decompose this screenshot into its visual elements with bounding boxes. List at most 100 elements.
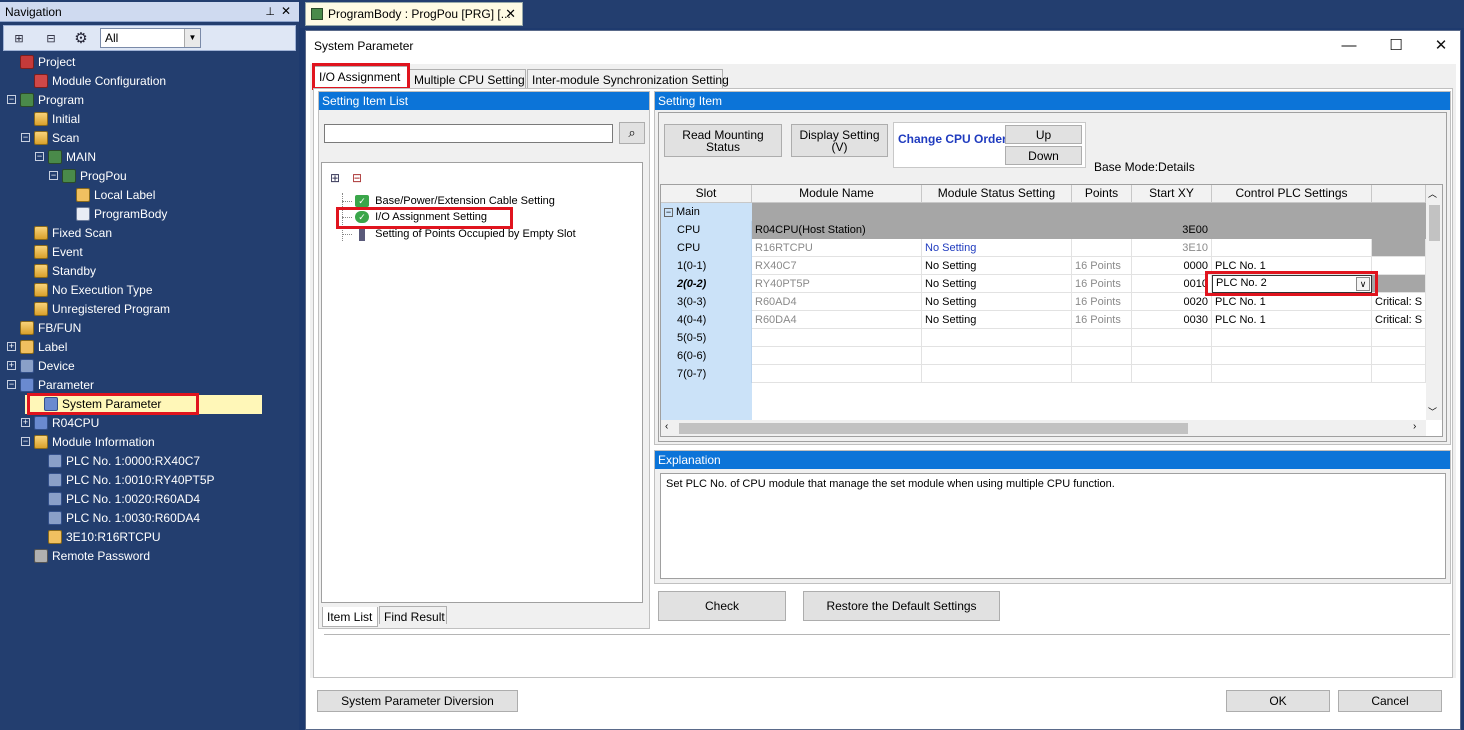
cell-plc[interactable]: [1212, 221, 1372, 239]
collapse-icon[interactable]: −: [49, 171, 58, 181]
horizontal-scrollbar[interactable]: ‹ ›: [661, 420, 1426, 436]
read-mounting-status-button[interactable]: Read Mounting Status: [664, 124, 782, 157]
cell-name[interactable]: R16RTCPU: [752, 239, 922, 257]
pin-icon[interactable]: ⊥: [265, 5, 275, 18]
scroll-up-icon[interactable]: ︿: [1428, 187, 1437, 200]
horizontal-scroll-thumb[interactable]: [679, 423, 1188, 434]
cell-plc[interactable]: [1212, 239, 1372, 257]
vertical-scrollbar[interactable]: ︿ ﹀: [1426, 185, 1442, 420]
minimize-button[interactable]: —: [1334, 35, 1364, 57]
cell-extra[interactable]: [1372, 347, 1426, 365]
expand-icon[interactable]: +: [21, 418, 30, 428]
navigation-close-button[interactable]: ✕: [281, 4, 291, 18]
collapse-icon[interactable]: −: [21, 437, 30, 447]
cell-extra[interactable]: Critical: S: [1372, 293, 1426, 311]
tree-node-standby[interactable]: Standby: [21, 262, 96, 281]
control-plc-dropdown[interactable]: PLC No. 2 ∨: [1212, 275, 1372, 293]
col-control-plc[interactable]: Control PLC Settings: [1212, 185, 1372, 203]
chevron-down-icon[interactable]: ▼: [184, 29, 200, 47]
tree-node-fb-fun[interactable]: FB/FUN: [7, 319, 81, 338]
item-search-input[interactable]: [324, 124, 613, 143]
cell-points[interactable]: 16 Points: [1072, 293, 1132, 311]
cell-plc[interactable]: PLC No. 1: [1212, 257, 1372, 275]
cell-name[interactable]: R60DA4: [752, 311, 922, 329]
cell-start[interactable]: [1132, 347, 1212, 365]
tree-node-programbody[interactable]: ProgramBody: [63, 205, 167, 224]
col-extra[interactable]: [1372, 185, 1426, 203]
cell-points[interactable]: 16 Points: [1072, 311, 1132, 329]
cell-name[interactable]: [752, 365, 922, 383]
dialog-close-button[interactable]: ✕: [1426, 35, 1456, 57]
tree-node-progpou[interactable]: − ProgPou: [49, 167, 127, 186]
vertical-scroll-thumb[interactable]: [1429, 205, 1440, 241]
cell-name[interactable]: R60AD4: [752, 293, 922, 311]
cell-start[interactable]: 0000: [1132, 257, 1212, 275]
tree-node-remote-password[interactable]: Remote Password: [21, 547, 150, 566]
cell-start[interactable]: [1132, 329, 1212, 347]
tree-node-unregistered-program[interactable]: Unregistered Program: [21, 300, 170, 319]
cancel-button[interactable]: Cancel: [1338, 690, 1442, 712]
tree-node-module-configuration[interactable]: Module Configuration: [21, 72, 166, 91]
tree-node-event[interactable]: Event: [21, 243, 83, 262]
check-button[interactable]: Check: [658, 591, 786, 621]
expand-icon[interactable]: +: [7, 361, 16, 371]
collapse-icon[interactable]: −: [664, 208, 673, 217]
scroll-left-icon[interactable]: ‹: [665, 421, 668, 432]
tree-node-module-information[interactable]: − Module Information: [21, 433, 155, 452]
item-empty-slot-points[interactable]: Setting of Points Occupied by Empty Slot: [342, 227, 576, 243]
tree-node-plc-no-1-0020-r60ad4[interactable]: PLC No. 1:0020:R60AD4: [35, 490, 200, 509]
tab-find-result[interactable]: Find Result: [379, 606, 447, 624]
tab-multiple-cpu-setting[interactable]: Multiple CPU Setting: [409, 69, 526, 89]
item-base-power-cable[interactable]: ✓ Base/Power/Extension Cable Setting: [342, 195, 555, 211]
tree-node-plc-no-1-0010-ry40pt5p[interactable]: PLC No. 1:0010:RY40PT5P: [35, 471, 215, 490]
up-button[interactable]: Up: [1005, 125, 1082, 144]
col-module-status[interactable]: Module Status Setting: [922, 185, 1072, 203]
navigation-filter-select[interactable]: All ▼: [100, 28, 201, 48]
ok-button[interactable]: OK: [1226, 690, 1330, 712]
tree-node-system-parameter[interactable]: System Parameter: [25, 395, 262, 414]
tree-node-plc-no-1-0000-rx40c7[interactable]: PLC No. 1:0000:RX40C7: [35, 452, 200, 471]
cell-plc[interactable]: [1212, 329, 1372, 347]
cell-extra[interactable]: [1372, 275, 1426, 293]
tree-node-initial[interactable]: Initial: [21, 110, 80, 129]
down-button[interactable]: Down: [1005, 146, 1082, 165]
tree-node-no-execution-type[interactable]: No Execution Type: [21, 281, 153, 300]
tree-collapse-icon[interactable]: ⊟: [40, 29, 62, 49]
tab-programbody[interactable]: ProgramBody : ProgPou [PRG] [... ✕: [305, 2, 523, 26]
gear-icon[interactable]: ⚙: [70, 29, 92, 49]
tree-node-program[interactable]: − Program: [7, 91, 84, 110]
cell-extra[interactable]: [1372, 365, 1426, 383]
group-main[interactable]: − Main: [661, 203, 752, 221]
cell-name[interactable]: [752, 347, 922, 365]
cell-plc[interactable]: PLC No. 1: [1212, 311, 1372, 329]
cell-status[interactable]: No Setting: [922, 239, 1072, 257]
cell-points[interactable]: [1072, 239, 1132, 257]
cell-points[interactable]: 16 Points: [1072, 257, 1132, 275]
tree-expand-icon[interactable]: ⊞: [8, 29, 30, 49]
scroll-down-icon[interactable]: ﹀: [1428, 405, 1437, 418]
expand-icon[interactable]: +: [7, 342, 16, 352]
cell-start[interactable]: 0030: [1132, 311, 1212, 329]
cell-extra[interactable]: [1372, 239, 1426, 257]
cell-extra[interactable]: [1372, 221, 1426, 239]
cell-points[interactable]: [1072, 365, 1132, 383]
cell-start[interactable]: 0010: [1132, 275, 1212, 293]
tree-collapse-all-icon[interactable]: ⊟: [352, 171, 362, 185]
cell-points[interactable]: 16 Points: [1072, 275, 1132, 293]
tab-close-button[interactable]: ✕: [505, 6, 516, 22]
tree-node-main[interactable]: − MAIN: [35, 148, 96, 167]
cell-points[interactable]: [1072, 221, 1132, 239]
tree-node-local-label[interactable]: Local Label: [63, 186, 155, 205]
tab-io-assignment[interactable]: I/O Assignment: [314, 66, 408, 89]
cell-points[interactable]: [1072, 329, 1132, 347]
cell-status[interactable]: No Setting: [922, 293, 1072, 311]
cell-status[interactable]: [922, 347, 1072, 365]
cell-name[interactable]: [752, 329, 922, 347]
chevron-down-icon[interactable]: ∨: [1356, 277, 1370, 291]
cell-plc[interactable]: PLC No. 1: [1212, 293, 1372, 311]
tree-expand-all-icon[interactable]: ⊞: [330, 171, 340, 185]
item-io-assignment-setting[interactable]: ✓ I/O Assignment Setting: [342, 211, 487, 227]
cell-start[interactable]: 3E10: [1132, 239, 1212, 257]
cell-status[interactable]: [922, 365, 1072, 383]
cell-start[interactable]: 3E00: [1132, 221, 1212, 239]
